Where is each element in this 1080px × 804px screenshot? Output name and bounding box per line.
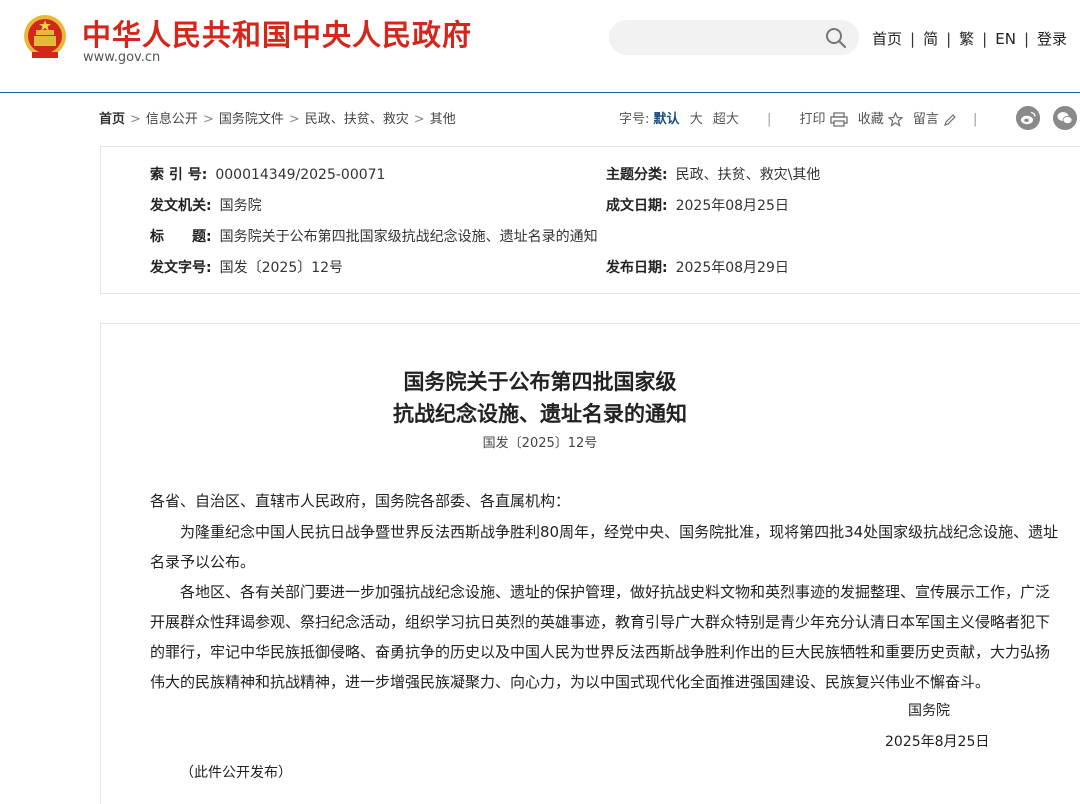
favorite-button[interactable]: 收藏 xyxy=(858,112,903,127)
nav-separator: | xyxy=(982,30,988,48)
toolbar-separator: | xyxy=(767,112,772,127)
comment-button[interactable]: 留言 xyxy=(913,112,957,127)
issuer-value: 国务院 xyxy=(219,198,262,214)
font-size-xlarge[interactable]: 超大 xyxy=(713,112,739,127)
info-issuer-row: 发文机关: 国务院 xyxy=(150,195,262,215)
print-icon xyxy=(829,112,848,127)
info-written-date-row: 成文日期: 2025年08月25日 xyxy=(606,195,789,215)
star-icon xyxy=(887,112,903,127)
search-icon[interactable] xyxy=(825,27,847,49)
nav-separator: | xyxy=(910,30,916,48)
info-published-date-row: 发布日期: 2025年08月29日 xyxy=(606,257,789,277)
breadcrumb: 首页 > 信息公开 > 国务院文件 > 民政、扶贫、救灾 > 其他 xyxy=(99,108,456,127)
title-value: 国务院关于公布第四批国家级抗战纪念设施、遗址名录的通知 xyxy=(219,229,598,245)
article-sign-date: 2025年8月25日 xyxy=(885,734,990,750)
font-size-default[interactable]: 默认 xyxy=(654,112,680,127)
top-nav: 首页 | 简 | 繁 | EN | 登录 xyxy=(872,28,1067,49)
written-date-value: 2025年08月25日 xyxy=(675,198,789,214)
breadcrumb-home[interactable]: 首页 xyxy=(99,112,125,127)
title-label: 标 题: xyxy=(150,229,212,245)
print-label: 打印 xyxy=(799,112,826,127)
article-signature: 国务院 xyxy=(908,703,950,719)
index-value: 000014349/2025-00071 xyxy=(215,167,386,183)
index-label: 索 引 号: xyxy=(150,167,208,183)
weibo-icon[interactable] xyxy=(1016,106,1040,130)
topic-label: 主题分类: xyxy=(606,167,668,183)
article-toolbar: 字号: 默认 大 超大 | 打印 收藏 留言 | xyxy=(619,108,977,127)
chevron-right-icon: > xyxy=(288,112,300,127)
site-domain: www.gov.cn xyxy=(83,50,161,65)
font-size-label: 字号: xyxy=(619,112,650,127)
nav-english[interactable]: EN xyxy=(995,30,1016,48)
info-topic-row: 主题分类: 民政、扶贫、救灾\其他 xyxy=(606,164,820,184)
breadcrumb-state-council-docs[interactable]: 国务院文件 xyxy=(219,112,284,127)
nav-separator: | xyxy=(1023,30,1029,48)
article-salutation: 各省、自治区、直辖市人民政府，国务院各部委、各直属机构： xyxy=(150,492,571,510)
nav-separator: | xyxy=(946,30,952,48)
nav-traditional[interactable]: 繁 xyxy=(959,30,974,48)
wechat-icon[interactable] xyxy=(1053,106,1077,130)
chevron-right-icon: > xyxy=(413,112,425,127)
article-title-line-1: 国务院关于公布第四批国家级 xyxy=(403,369,677,394)
published-date-value: 2025年08月29日 xyxy=(675,260,789,276)
docnum-value: 国发〔2025〕12号 xyxy=(219,260,344,276)
favorite-label: 收藏 xyxy=(857,112,884,127)
chevron-right-icon: > xyxy=(130,112,141,127)
comment-label: 留言 xyxy=(912,112,939,127)
article-doc-number: 国发〔2025〕12号 xyxy=(482,436,598,451)
site-header: 中华人民共和国中央人民政府 www.gov.cn 首页 | 简 | 繁 | EN | 登录 xyxy=(0,0,1080,93)
toolbar-separator: | xyxy=(973,112,978,127)
site-title[interactable]: 中华人民共和国中央人民政府 xyxy=(82,12,472,54)
article-paragraph-1: 为隆重纪念中国人民抗日战争暨世界反法西斯战争胜利80周年，经党中央、国务院批准，… xyxy=(150,523,1059,571)
print-button[interactable]: 打印 xyxy=(800,112,848,127)
issuer-label: 发文机关: xyxy=(150,198,212,214)
search-input[interactable] xyxy=(609,20,859,55)
chevron-right-icon: > xyxy=(202,112,214,127)
info-title-row: 标 题: 国务院关于公布第四批国家级抗战纪念设施、遗址名录的通知 xyxy=(150,226,598,246)
docnum-label: 发文字号: xyxy=(150,260,212,276)
breadcrumb-civil-affairs[interactable]: 民政、扶贫、救灾 xyxy=(305,112,409,127)
nav-home[interactable]: 首页 xyxy=(872,30,902,48)
article-title-line-2: 抗战纪念设施、遗址名录的通知 xyxy=(393,401,687,426)
topic-value: 民政、扶贫、救灾\其他 xyxy=(675,167,821,183)
published-date-label: 发布日期: xyxy=(606,260,668,276)
breadcrumb-info-disclosure[interactable]: 信息公开 xyxy=(146,112,198,127)
nav-login[interactable]: 登录 xyxy=(1037,30,1067,48)
article-paragraph-2: 各地区、各有关部门要进一步加强抗战纪念设施、遗址的保护管理，做好抗战史料文物和英… xyxy=(150,583,1051,691)
nav-simplified[interactable]: 简 xyxy=(923,30,938,48)
pencil-icon xyxy=(943,113,956,126)
breadcrumb-other[interactable]: 其他 xyxy=(430,112,456,127)
article-release-note: （此件公开发布） xyxy=(180,765,292,781)
font-size-large[interactable]: 大 xyxy=(690,112,703,127)
info-docnum-row: 发文字号: 国发〔2025〕12号 xyxy=(150,257,343,277)
info-index-row: 索 引 号: 000014349/2025-00071 xyxy=(150,164,385,184)
written-date-label: 成文日期: xyxy=(606,198,668,214)
national-emblem-icon[interactable] xyxy=(22,12,68,62)
